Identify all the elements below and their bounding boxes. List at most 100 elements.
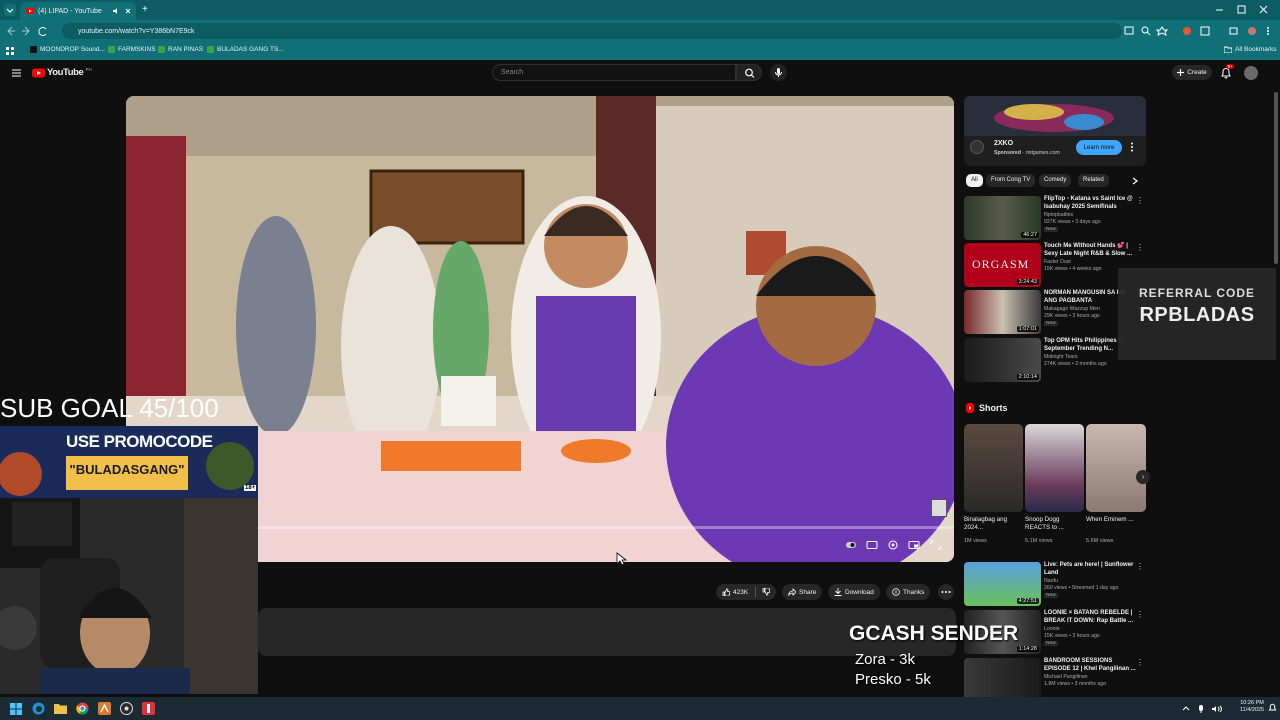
chevron-right-icon[interactable]	[1131, 177, 1139, 185]
referral-code-overlay: REFERRAL CODE RPBLADAS	[1118, 268, 1276, 360]
video-menu-icon[interactable]: ⋮	[1136, 610, 1144, 619]
file-explorer-icon[interactable]	[54, 703, 67, 714]
app-icon[interactable]	[142, 702, 155, 715]
more-actions-button[interactable]	[938, 584, 954, 600]
video-thumbnail: ORGASM 3:24:43	[964, 243, 1041, 287]
chrome-icon[interactable]	[76, 702, 89, 715]
extensions-icon[interactable]	[1182, 26, 1274, 36]
browser-tab-bar: (4) LIPAD - YouTube +	[0, 0, 1280, 20]
chip-from-cong-tv[interactable]: From Cong TV	[986, 174, 1036, 187]
nav-buttons-icon[interactable]	[6, 26, 50, 36]
learn-more-button[interactable]: Learn more	[1076, 140, 1122, 155]
promo-overlay: USE PROMOCODE "BULADASGANG" 18+	[0, 426, 258, 498]
age-rating-badge: 18+	[244, 485, 257, 491]
notification-center-icon[interactable]	[1268, 703, 1277, 713]
youtube-logo[interactable]: YouTube PH	[32, 67, 92, 78]
video-meta: 15K views • 3 hours ago	[1044, 633, 1100, 639]
folder-icon	[1224, 46, 1232, 53]
video-title: BANDROOM SESSIONS EPISODE 12 | Khel Pang…	[1044, 658, 1136, 672]
app-icon[interactable]	[98, 702, 111, 715]
promo-heading: USE PROMOCODE	[66, 432, 213, 451]
youtube-header: YouTube PH Search Create 9+	[0, 60, 1280, 86]
system-tray-icons[interactable]	[1182, 704, 1228, 714]
like-button[interactable]: 423K	[716, 584, 777, 600]
apps-grid-icon[interactable]	[6, 47, 14, 55]
taskbar-clock[interactable]: 10:26 PM 11/4/2025	[1240, 700, 1264, 714]
browser-tab-active[interactable]: (4) LIPAD - YouTube	[20, 2, 136, 20]
chip-related[interactable]: Related	[1078, 174, 1109, 187]
bookmark-farmskins[interactable]: FARMSKINS	[108, 46, 156, 53]
ad-card[interactable]: 2XKO Sponsored · riotgames.com Learn mor…	[964, 96, 1146, 166]
short-title[interactable]: Snoop Dogg REACTS to ...	[1025, 516, 1077, 532]
video-thumbnail	[964, 658, 1041, 702]
share-button[interactable]: Share	[782, 584, 823, 600]
microphone-icon	[775, 68, 782, 77]
bookmark-moondrop[interactable]: MOONDROP Sound...	[30, 46, 105, 53]
video-channel: Midnight Tears	[1044, 354, 1078, 360]
short-views: 5.1M views	[1025, 538, 1053, 544]
windows-start-icon[interactable]	[10, 703, 22, 715]
ad-meta: Sponsored · riotgames.com	[994, 150, 1060, 156]
video-menu-icon[interactable]: ⋮	[1136, 562, 1144, 571]
thumbs-down-icon[interactable]	[762, 588, 771, 596]
video-title: Live: Pets are here! | Sunflower Land	[1044, 562, 1134, 576]
video-menu-icon[interactable]: ⋮	[1136, 196, 1144, 205]
url-input[interactable]: youtube.com/watch?v=Y386bN7E9ck	[62, 23, 1122, 39]
bookmark-ran-pinas[interactable]: RAN PINAS	[158, 46, 203, 53]
avatar[interactable]	[1244, 66, 1258, 80]
tab-search-button[interactable]	[4, 4, 16, 16]
youtube-favicon-icon	[26, 8, 34, 14]
player-controls-icon[interactable]	[844, 539, 948, 551]
notification-count-badge: 9+	[1226, 64, 1235, 69]
list-item[interactable]: 4:27:51 Live: Pets are here! | Sunflower…	[964, 562, 1146, 608]
close-tab-icon[interactable]	[124, 7, 132, 15]
create-button[interactable]: Create	[1172, 65, 1212, 80]
video-meta: 29K views • 3 hours ago	[1044, 313, 1100, 319]
new-badge: New	[1044, 593, 1058, 598]
promo-code: "BULADASGANG"	[69, 462, 185, 477]
short-title[interactable]: When Eminem ...	[1086, 516, 1134, 524]
bookmark-buladas[interactable]: BULADAS GANG TS...	[207, 46, 284, 53]
short-thumbnail[interactable]	[1025, 424, 1084, 512]
short-title[interactable]: Binalagbag ang 2024...	[964, 516, 1016, 532]
short-views: 5.6M views	[1086, 538, 1114, 544]
video-channel: Faster Dust	[1044, 259, 1071, 265]
chip-all[interactable]: All	[966, 174, 983, 187]
download-button[interactable]: Download	[828, 584, 880, 600]
address-bar-actions-icon[interactable]	[1124, 26, 1170, 36]
notifications-button[interactable]: 9+	[1220, 64, 1235, 79]
channel-watermark[interactable]	[931, 499, 947, 517]
video-thumbnail: 4:27:51	[964, 562, 1041, 606]
short-thumbnail[interactable]	[1086, 424, 1146, 512]
obs-icon[interactable]	[120, 702, 133, 715]
video-meta: 1.8M views • 3 months ago	[1044, 681, 1107, 687]
more-vertical-icon[interactable]	[1130, 142, 1134, 152]
video-channel: Loonie	[1044, 626, 1060, 632]
chip-comedy[interactable]: Comedy	[1039, 174, 1072, 187]
search-button[interactable]	[736, 64, 762, 81]
more-horizontal-icon	[941, 591, 951, 593]
thanks-button[interactable]: Thanks	[886, 584, 931, 600]
video-menu-icon[interactable]: ⋮	[1136, 243, 1144, 252]
windows-taskbar: 10:26 PM 11/4/2025	[0, 697, 1280, 720]
voice-search-button[interactable]	[770, 64, 787, 81]
audio-playing-icon[interactable]	[112, 7, 120, 15]
search-input[interactable]: Search	[492, 64, 736, 81]
all-bookmarks-button[interactable]: All Bookmarks	[1224, 46, 1277, 53]
page-scrollbar[interactable]	[1274, 92, 1278, 264]
shorts-next-button[interactable]: ›	[1136, 470, 1150, 484]
video-channel: Makagago Wazzup Men	[1044, 306, 1100, 312]
window-controls	[1214, 4, 1274, 16]
video-menu-icon[interactable]: ⋮	[1136, 658, 1144, 667]
youtube-logo-icon	[32, 68, 45, 77]
video-channel: Naofu	[1044, 578, 1058, 584]
list-item[interactable]: 46:27 FlipTop - Katana vs Saint Ice @ Is…	[964, 196, 1146, 242]
new-tab-button[interactable]: +	[142, 4, 148, 15]
menu-icon[interactable]	[12, 69, 21, 77]
video-title: FlipTop - Katana vs Saint Ice @ Isabuhay…	[1044, 196, 1133, 210]
new-badge: New	[1044, 321, 1058, 326]
plus-icon	[1177, 69, 1185, 76]
short-thumbnail[interactable]	[964, 424, 1023, 512]
shorts-icon	[966, 403, 974, 413]
edge-icon[interactable]	[32, 702, 45, 715]
